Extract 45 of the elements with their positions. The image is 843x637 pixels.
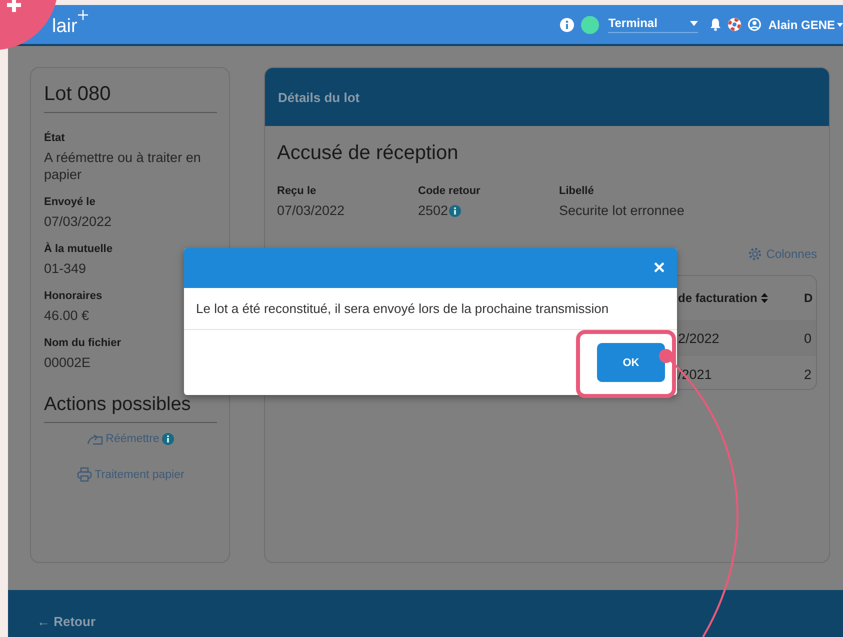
- app-logo[interactable]: lair: [52, 16, 78, 38]
- card-title: Détails du lot: [278, 90, 360, 104]
- lot-title: Lot 080: [44, 83, 217, 113]
- field-label: Libellé: [559, 185, 595, 197]
- user-menu[interactable]: Alain GENE: [768, 18, 843, 32]
- field-label: À la mutuelle: [44, 243, 114, 255]
- field-label: État: [44, 132, 66, 144]
- status-dot-icon: [581, 16, 600, 34]
- close-button[interactable]: ×: [649, 258, 669, 278]
- user-icon[interactable]: [748, 18, 762, 31]
- field-value: 46.00 €: [44, 307, 90, 324]
- sort-icon[interactable]: [761, 293, 768, 303]
- column-header[interactable]: D: [804, 291, 813, 305]
- field-label: Code retour: [418, 185, 482, 197]
- field-value: 01-349: [44, 260, 86, 277]
- info-icon[interactable]: [449, 204, 462, 216]
- field-value: 07/03/2022: [277, 202, 345, 219]
- section-title: Accusé de réception: [277, 142, 460, 165]
- lifebuoy-icon[interactable]: [728, 18, 742, 31]
- field-value: A réémettre ou à traiter en papier: [44, 149, 202, 183]
- field-label: Reçu le: [277, 185, 318, 197]
- field-label: Envoyé le: [44, 196, 96, 208]
- caret-icon: [690, 20, 698, 26]
- settings-icon: [748, 247, 762, 261]
- field-value: 00002E: [44, 354, 91, 371]
- table-cell: 2/2022: [678, 330, 720, 346]
- field-value: Securite lot erronnee: [559, 202, 684, 219]
- table-cell: 2: [804, 366, 812, 382]
- printer-icon: [76, 467, 92, 482]
- caret-icon: [837, 22, 843, 26]
- bell-icon[interactable]: [710, 18, 722, 31]
- reissue-icon: [86, 434, 103, 444]
- column-header[interactable]: de facturation: [678, 291, 758, 305]
- info-icon[interactable]: [560, 18, 574, 32]
- back-link[interactable]: ← Retour: [37, 614, 96, 629]
- field-label: Honoraires: [44, 290, 104, 302]
- sparkle-icon: [78, 10, 88, 20]
- field-label: Nom du fichier: [44, 337, 122, 349]
- terminal-dropdown[interactable]: Terminal: [608, 16, 698, 33]
- field-value: 07/03/2022: [44, 213, 112, 230]
- field-value: 2502: [418, 202, 448, 219]
- info-icon[interactable]: [162, 433, 174, 445]
- dialog-message: Le lot a été reconstitué, il sera envoyé lors de la prochaine transmission: [184, 288, 677, 330]
- ok-button[interactable]: OK: [597, 343, 665, 382]
- table-cell: 0: [804, 330, 812, 346]
